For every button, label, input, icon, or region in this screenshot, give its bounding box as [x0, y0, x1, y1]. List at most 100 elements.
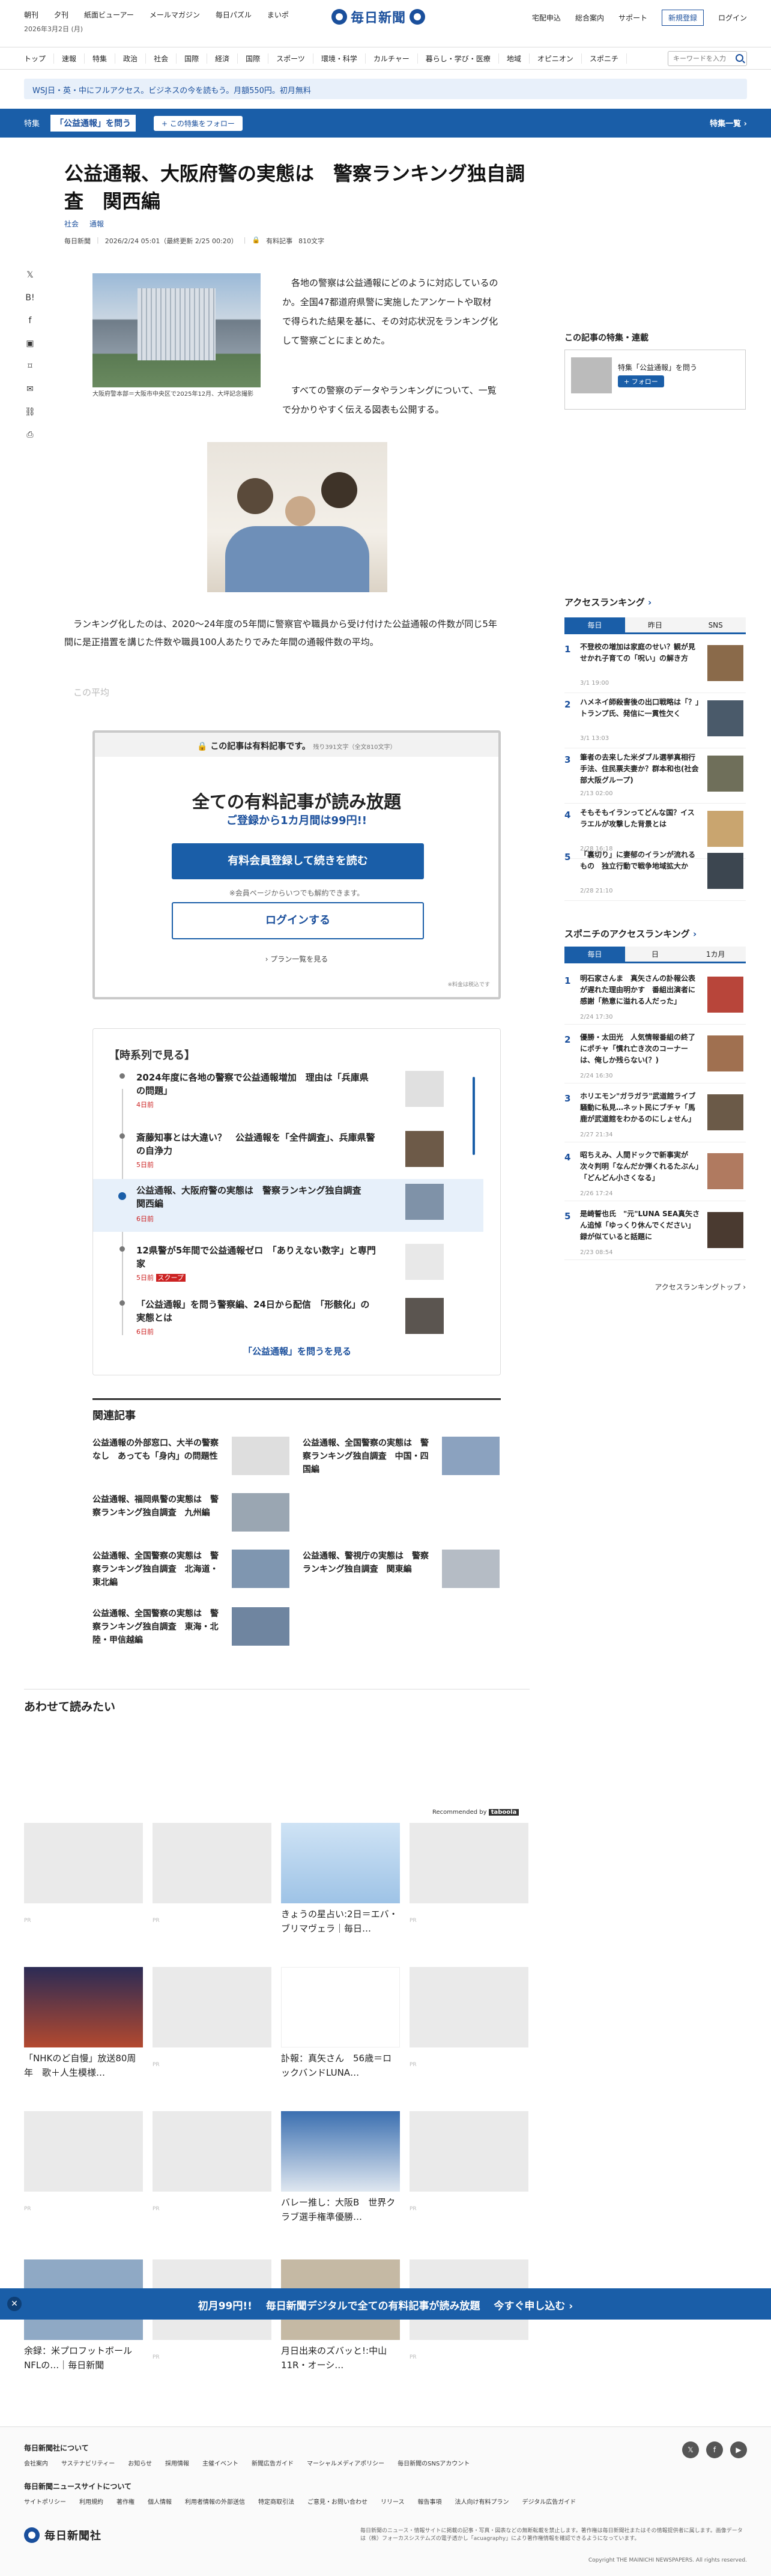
- paywall-login-button[interactable]: ログインする: [172, 902, 424, 939]
- nav-item[interactable]: 地域: [499, 53, 530, 64]
- rec-card[interactable]: PR: [153, 1967, 271, 2081]
- footer-link[interactable]: 法人向け有料プラン: [455, 2497, 509, 2506]
- register-button[interactable]: 有料会員登録して続きを読む: [172, 843, 424, 879]
- ranking-item[interactable]: 2 ハメネイ師殺害後の出口戦略は「？」 トランプ氏、発信に一貫性欠く 3/1 13:…: [564, 696, 746, 748]
- feature-list-link[interactable]: 特集一覧 ›: [710, 117, 747, 129]
- bookmark-icon[interactable]: ⌑: [24, 362, 36, 374]
- nav-item[interactable]: カルチャー: [366, 53, 418, 64]
- top-link[interactable]: 毎日パズル: [216, 10, 252, 20]
- line-share-icon[interactable]: ▣: [24, 339, 36, 351]
- footer-link[interactable]: サイトポリシー: [24, 2497, 66, 2506]
- promo-banner[interactable]: WSJ日・英・中にフルアクセス。ビジネスの今を読もう。月額550円。初月無料: [24, 79, 747, 99]
- tab-month[interactable]: 1カ月: [685, 947, 746, 962]
- footer-link[interactable]: 毎日新聞のSNSアカウント: [398, 2458, 470, 2467]
- print-icon[interactable]: ⎙: [24, 430, 36, 442]
- nav-item[interactable]: 政治: [115, 53, 147, 64]
- timeline-item[interactable]: 「公益通報」を問う警察編、24日から配信 「形骸化」の実態とは 6日前: [93, 1293, 483, 1346]
- tab-yesterday[interactable]: 昨日: [624, 617, 686, 632]
- related-item[interactable]: 公益通報、全国警察の実態は 警察ランキング独自調査 東海・北陸・甲信越編: [92, 1607, 291, 1649]
- tab-daily[interactable]: 毎日: [564, 947, 625, 962]
- nav-item[interactable]: 環境・科学: [313, 53, 366, 64]
- nav-item[interactable]: 国際: [238, 53, 269, 64]
- footer-link[interactable]: 特定商取引法: [258, 2497, 294, 2506]
- rec-card[interactable]: PR: [153, 1823, 271, 1937]
- nav-item[interactable]: 速報: [54, 53, 85, 64]
- category-link[interactable]: 通報: [89, 219, 104, 229]
- hatena-share-icon[interactable]: B!: [24, 293, 36, 305]
- nav-item[interactable]: 経済: [207, 53, 238, 64]
- footer-link[interactable]: マーシャルメディアポリシー: [307, 2458, 384, 2467]
- rec-card[interactable]: PR: [410, 2111, 528, 2225]
- facebook-share-icon[interactable]: f: [24, 316, 36, 328]
- ranking-item[interactable]: 3 ホリエモン"ガラガラ"武道館ライブ騒動に私見…ネット民にブチャ「馬鹿が武道館を…: [564, 1089, 746, 1142]
- related-item[interactable]: 公益通報、警視庁の実態は 警察ランキング独自調査 関東編: [303, 1550, 501, 1592]
- ranking-item[interactable]: 1 明石家さんま 真矢さんの訃報公表が遅れた理由明かす 番組出演者に感謝「熱意に溢…: [564, 972, 746, 1025]
- footer-link[interactable]: リリース: [381, 2497, 405, 2506]
- search-icon[interactable]: [736, 54, 743, 62]
- footer-link[interactable]: 利用規約: [79, 2497, 103, 2506]
- footer-link[interactable]: 採用情報: [165, 2458, 189, 2467]
- nav-item[interactable]: 暮らし・学び・医療: [418, 53, 499, 64]
- subscribe-button[interactable]: 新規登録: [661, 10, 704, 26]
- nav-item[interactable]: スポーツ: [268, 53, 313, 64]
- site-logo[interactable]: 毎日新聞: [331, 5, 440, 29]
- rec-card[interactable]: PR: [24, 1823, 143, 1937]
- footer-link[interactable]: ご意見・お問い合わせ: [307, 2497, 367, 2506]
- ranking-item[interactable]: 3 筆者の去来した米ダブル選挙真相行手法、住民票夫妻か？群本和也(社会部大阪グルー…: [564, 751, 746, 804]
- tab-day[interactable]: 日: [624, 947, 686, 962]
- top-link[interactable]: まいポ: [267, 10, 289, 20]
- related-item[interactable]: 公益通報、福岡県警の実態は 警察ランキング独自調査 九州編: [92, 1493, 291, 1535]
- rec-card[interactable]: PR: [410, 1823, 528, 1937]
- series-follow-button[interactable]: + フォロー: [618, 375, 664, 387]
- sponichi-ranking-heading[interactable]: スポニチのアクセスランキング: [564, 927, 697, 940]
- article-photo[interactable]: [92, 273, 261, 387]
- footer-link[interactable]: 著作権: [116, 2497, 135, 2506]
- login-link[interactable]: ログイン: [718, 13, 747, 23]
- footer-link[interactable]: お知らせ: [128, 2458, 152, 2467]
- timeline-item[interactable]: 2024年度に各地の警察で公益通報増加 理由は「兵庫県の問題」 4日前: [93, 1066, 483, 1119]
- x-icon[interactable]: 𝕏: [682, 2441, 699, 2458]
- tab-daily[interactable]: 毎日: [564, 617, 625, 632]
- nav-item[interactable]: オピニオン: [530, 53, 582, 64]
- youtube-icon[interactable]: ▶: [730, 2441, 747, 2458]
- top-link[interactable]: 夕刊: [54, 10, 68, 20]
- timeline-item-current[interactable]: 公益通報、大阪府警の実態は 警察ランキング独自調査 関西編 6日前: [93, 1179, 483, 1232]
- footer-link[interactable]: 個人情報: [148, 2497, 172, 2506]
- mail-icon[interactable]: ✉: [24, 384, 36, 396]
- ranking-item[interactable]: 5 是崎誓也氏 "元"LUNA SEA真矢さん追悼「ゆっくり休んでください」 録が…: [564, 1207, 746, 1260]
- feature-follow-button[interactable]: + この特集をフォロー: [154, 116, 243, 131]
- nav-item[interactable]: スポニチ: [582, 53, 627, 64]
- footer-link[interactable]: 会社案内: [24, 2458, 48, 2467]
- top-right-link[interactable]: サポート: [618, 13, 647, 23]
- nav-item[interactable]: 特集: [85, 53, 116, 64]
- related-item[interactable]: 公益通報、全国警察の実態は 警察ランキング独自調査 中国・四国編: [303, 1437, 501, 1479]
- link-icon[interactable]: ⛓: [24, 407, 36, 419]
- top-right-link[interactable]: 宅配申込: [532, 13, 561, 23]
- facebook-icon[interactable]: f: [706, 2441, 723, 2458]
- ranking-item[interactable]: 4 昭ちえみ、人間ドックで新事実が次々判明「なんだか弾くれるたぶん」「どんどん小さ…: [564, 1148, 746, 1201]
- top-right-link[interactable]: 総合案内: [575, 13, 604, 23]
- rec-card[interactable]: PR: [153, 2111, 271, 2225]
- footer-link[interactable]: 報告事項: [418, 2497, 442, 2506]
- plans-link[interactable]: › プラン一覧を見る: [95, 954, 498, 964]
- top-link[interactable]: 紙面ビューアー: [84, 10, 134, 20]
- sticky-subscribe-banner[interactable]: ✕ 初月99円!! 毎日新聞デジタルで全ての有料記事が読み放題 今すぐ申し込む …: [0, 2288, 771, 2320]
- access-ranking-heading[interactable]: アクセスランキング: [564, 596, 652, 608]
- series-box[interactable]: 特集「公益通報」を問う + フォロー: [564, 350, 746, 410]
- footer-logo[interactable]: 毎日新聞社: [24, 2527, 101, 2543]
- top-link[interactable]: 朝刊: [24, 10, 38, 20]
- timeline-item[interactable]: 斎藤知事とは大違い？ 公益通報を「全件調査」、兵庫県警の自浄力 5日前: [93, 1126, 483, 1179]
- rec-card[interactable]: 「NHKのど自慢」放送80周年 歌＋人生模様…: [24, 1967, 143, 2081]
- timeline-more-link[interactable]: 「公益通報」を問うを見る: [93, 1345, 501, 1357]
- timeline-item[interactable]: 12県警が5年間で公益通報ゼロ 「ありえない数字」と専門家 5日前 スクープ: [93, 1239, 483, 1292]
- rec-card[interactable]: 訃報：真矢さん 56歳＝ロックバンドLUNA…: [281, 1967, 400, 2081]
- nav-item[interactable]: 国際: [177, 53, 208, 64]
- rec-card[interactable]: バレー推し：大阪B 世界クラブ選手権準優勝…: [281, 2111, 400, 2225]
- footer-link[interactable]: デジタル広告ガイド: [522, 2497, 576, 2506]
- footer-link[interactable]: 新聞広告ガイド: [252, 2458, 294, 2467]
- footer-link[interactable]: サステナビリティー: [61, 2458, 115, 2467]
- tab-sns[interactable]: SNS: [685, 617, 746, 632]
- rec-card[interactable]: PR: [410, 1967, 528, 2081]
- ranking-item[interactable]: 5 「裏切り」に妻郁のイランが流れるもの 独立行動で戦争地域拡大か 2/28 21:…: [564, 848, 746, 901]
- feature-tag[interactable]: 「公益通報」を問う: [50, 115, 136, 132]
